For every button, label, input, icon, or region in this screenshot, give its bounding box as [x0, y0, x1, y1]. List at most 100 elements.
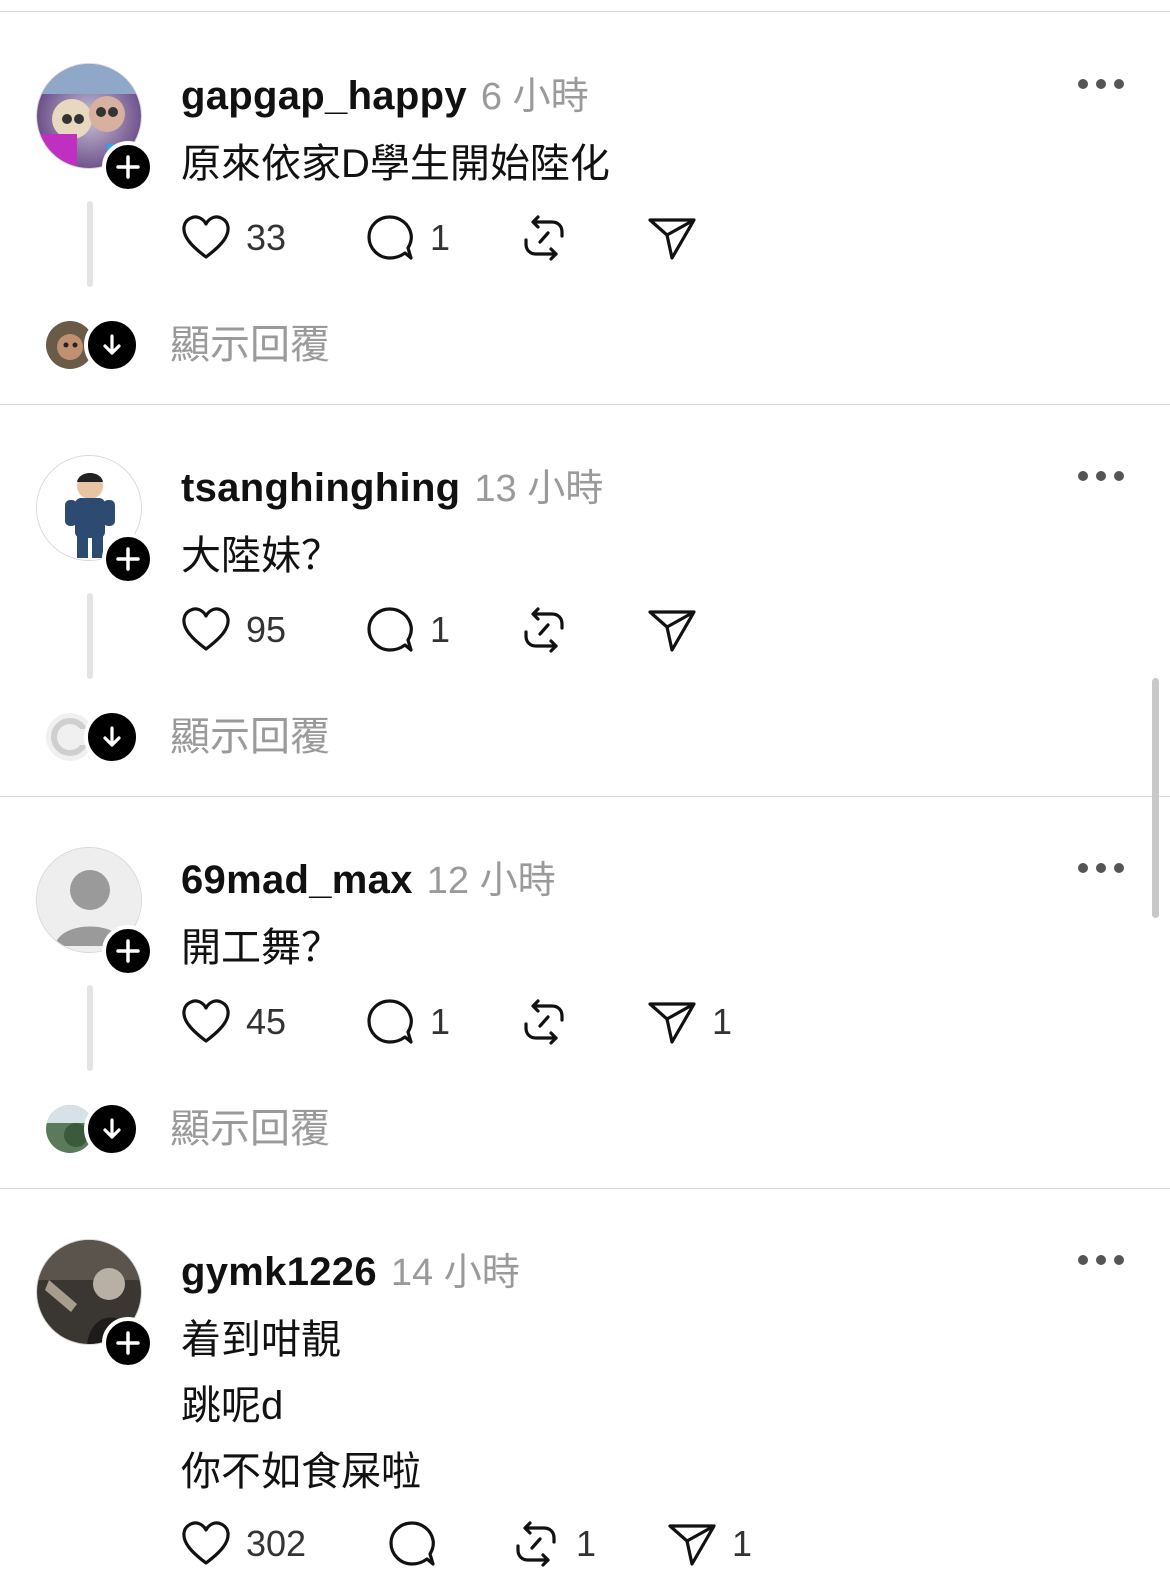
arrow-down-icon: [103, 334, 121, 355]
comment-count: 1: [430, 1001, 451, 1042]
text-line: 跳呢d: [181, 1384, 284, 1428]
follow-button[interactable]: [102, 1317, 154, 1369]
show-replies-row[interactable]: 顯示回覆: [46, 317, 446, 373]
show-replies-link[interactable]: 顯示回覆: [170, 319, 330, 371]
username[interactable]: 69mad_max: [181, 858, 413, 903]
timestamp: 6 小時: [480, 76, 589, 118]
share-button[interactable]: [646, 210, 712, 266]
thread-line: [87, 593, 93, 679]
follow-button[interactable]: [102, 925, 154, 977]
more-dots-icon[interactable]: [1078, 1247, 1124, 1273]
comment-post: tsanghinghing 13 小時 大陸妹？ 95 1 顯示回覆: [0, 405, 1170, 797]
expand-replies-button[interactable]: [84, 1101, 140, 1157]
follow-button[interactable]: [102, 141, 154, 193]
show-replies-row[interactable]: 顯示回覆: [46, 1101, 446, 1157]
share-button[interactable]: 1: [666, 1516, 752, 1572]
repost-icon: [524, 607, 564, 653]
text-line: 原來依家D學生開始陸化: [181, 142, 610, 186]
text-line: 大陸妹？: [181, 534, 341, 578]
send-icon: [648, 610, 696, 652]
repost-button[interactable]: [518, 602, 584, 658]
more-dots-icon[interactable]: [1078, 855, 1124, 881]
repost-button[interactable]: 1: [510, 1516, 596, 1572]
like-count: 95: [246, 609, 287, 650]
post-header: tsanghinghing 13 小時: [181, 457, 603, 513]
plus-icon: [116, 547, 140, 571]
post-text: 原來依家D學生開始陸化: [181, 131, 610, 197]
comment-button[interactable]: 1: [364, 994, 450, 1050]
share-button[interactable]: [646, 602, 712, 658]
like-button[interactable]: 45: [180, 994, 286, 1050]
share-count: 1: [712, 1001, 733, 1042]
post-text: 着到咁靚 跳呢d 你不如食屎啦: [181, 1307, 421, 1505]
comment-post: gymk1226 14 小時 着到咁靚 跳呢d 你不如食屎啦 302 1 1: [0, 1189, 1170, 1567]
comment-bubble-icon: [389, 1521, 435, 1566]
timestamp: 13 小時: [474, 468, 604, 510]
share-button[interactable]: 1: [646, 994, 732, 1050]
comment-button[interactable]: 1: [364, 602, 450, 658]
comment-button[interactable]: 1: [364, 210, 450, 266]
scrollbar[interactable]: [1152, 678, 1159, 918]
username[interactable]: tsanghinghing: [181, 466, 460, 511]
action-bar: 95 1: [180, 602, 780, 658]
expand-replies-button[interactable]: [84, 709, 140, 765]
comment-bubble-icon: [367, 607, 413, 652]
heart-icon: [182, 215, 230, 259]
expand-replies-button[interactable]: [84, 317, 140, 373]
more-dots-icon[interactable]: [1078, 71, 1124, 97]
timestamp: 14 小時: [390, 1252, 520, 1294]
comment-count: 1: [430, 217, 451, 258]
repost-icon: [524, 215, 564, 261]
comment-post: gapgap_happy 6 小時 原來依家D學生開始陸化 33 1 顯示回覆: [0, 13, 1170, 405]
show-replies-link[interactable]: 顯示回覆: [170, 1103, 330, 1155]
show-replies-row[interactable]: 顯示回覆: [46, 709, 446, 765]
repost-icon: [516, 1521, 556, 1567]
like-count: 33: [246, 217, 287, 258]
action-bar: 45 1 1: [180, 994, 780, 1050]
action-bar: 33 1: [180, 210, 780, 266]
thread-line: [87, 985, 93, 1071]
heart-icon: [182, 999, 230, 1043]
post-header: 69mad_max 12 小時: [181, 849, 556, 905]
username[interactable]: gapgap_happy: [181, 74, 467, 119]
username[interactable]: gymk1226: [181, 1250, 377, 1295]
repost-button[interactable]: [518, 994, 584, 1050]
text-line: 着到咁靚: [181, 1318, 341, 1362]
action-bar: 302 1 1: [180, 1516, 780, 1572]
comment-count: 1: [430, 609, 451, 650]
top-divider: [0, 11, 1170, 12]
share-count: 1: [732, 1523, 753, 1564]
text-line: 你不如食屎啦: [181, 1450, 421, 1494]
comment-button[interactable]: [386, 1516, 452, 1572]
post-text: 開工舞？: [181, 915, 341, 981]
comment-bubble-icon: [367, 999, 413, 1044]
repost-button[interactable]: [518, 210, 584, 266]
heart-icon: [182, 1521, 230, 1565]
like-button[interactable]: 33: [180, 210, 286, 266]
post-header: gapgap_happy 6 小時: [181, 65, 589, 121]
repost-icon: [524, 999, 564, 1045]
arrow-down-icon: [103, 1118, 121, 1139]
follow-button[interactable]: [102, 533, 154, 585]
more-dots-icon[interactable]: [1078, 463, 1124, 489]
post-text: 大陸妹？: [181, 523, 341, 589]
send-icon: [648, 218, 696, 260]
plus-icon: [116, 155, 140, 179]
comment-bubble-icon: [367, 215, 413, 260]
send-icon: [668, 1524, 716, 1566]
like-button[interactable]: 95: [180, 602, 286, 658]
comment-post: 69mad_max 12 小時 開工舞？ 45 1 1 顯示回覆: [0, 797, 1170, 1189]
heart-icon: [182, 607, 230, 651]
show-replies-link[interactable]: 顯示回覆: [170, 711, 330, 763]
like-count: 45: [246, 1001, 287, 1042]
like-button[interactable]: 302: [180, 1516, 306, 1572]
arrow-down-icon: [103, 726, 121, 747]
timestamp: 12 小時: [426, 860, 556, 902]
like-count: 302: [246, 1523, 307, 1564]
post-header: gymk1226 14 小時: [181, 1241, 520, 1297]
repost-count: 1: [576, 1523, 597, 1564]
send-icon: [648, 1002, 696, 1044]
plus-icon: [116, 939, 140, 963]
thread-line: [87, 201, 93, 287]
plus-icon: [116, 1331, 140, 1355]
